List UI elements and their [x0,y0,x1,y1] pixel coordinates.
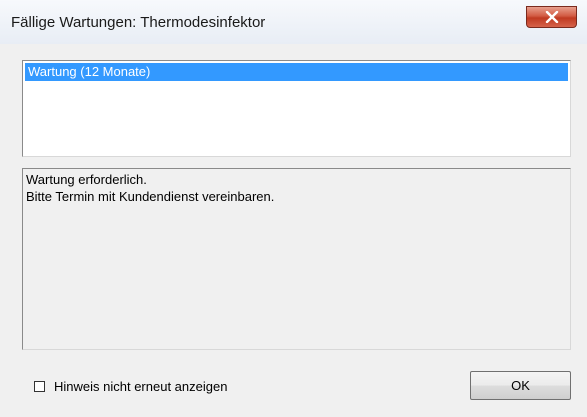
ok-button[interactable]: OK [470,371,571,400]
maintenance-listbox[interactable]: Wartung (12 Monate) [22,60,571,157]
message-box: Wartung erforderlich. Bitte Termin mit K… [22,168,571,350]
message-line: Bitte Termin mit Kundendienst vereinbare… [26,189,275,204]
dont-show-again-label[interactable]: Hinweis nicht erneut anzeigen [54,379,227,394]
dont-show-again-option[interactable]: Hinweis nicht erneut anzeigen [34,378,227,394]
close-button[interactable] [526,6,577,28]
title-bar[interactable]: Fällige Wartungen: Thermodesinfektor [0,0,587,44]
dialog-client-area: Wartung (12 Monate) Wartung erforderlich… [0,44,587,417]
window-title: Fällige Wartungen: Thermodesinfektor [11,14,266,31]
dont-show-again-checkbox[interactable] [34,380,45,392]
message-line: Wartung erforderlich. [26,172,147,187]
maintenance-dialog: Fällige Wartungen: Thermodesinfektor War… [0,0,587,417]
list-item[interactable]: Wartung (12 Monate) [25,63,568,81]
close-x-icon [545,11,559,23]
